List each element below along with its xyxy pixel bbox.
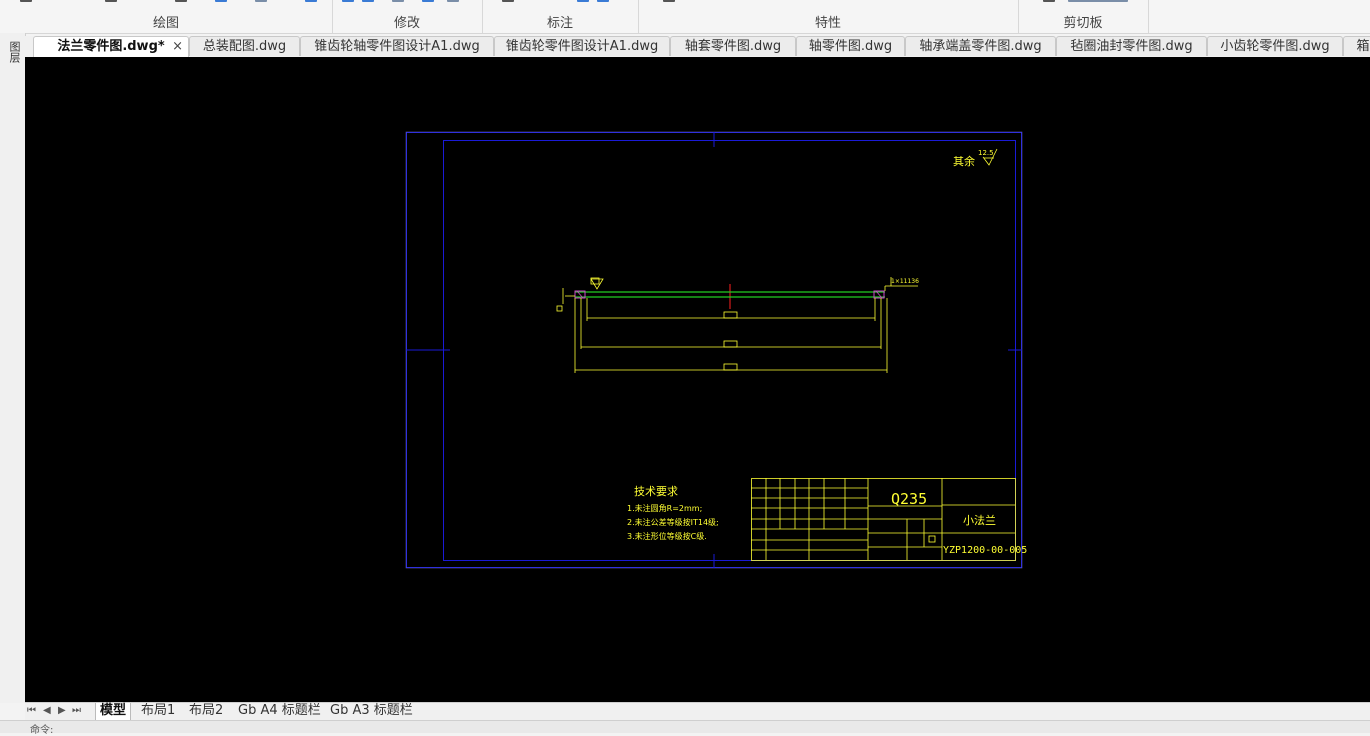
- close-icon[interactable]: ×: [172, 37, 183, 57]
- layout-tab-bar: ⏮ ◀ ▶ ⏭ 模型 布局1 布局2 Gb A4 标题栏 Gb A3 标题栏: [25, 702, 1370, 721]
- tech-requirement-item: 2.未注公差等级按IT14级;: [627, 517, 719, 527]
- doc-tab-label: 轴零件图.dwg: [808, 39, 893, 54]
- tolerance-note-text: 1×11136: [891, 278, 919, 285]
- first-layout-icon[interactable]: ⏮: [27, 705, 36, 716]
- doc-tab-label: 轴套零件图.dwg: [684, 39, 782, 54]
- doc-tab-label: 锥齿轮零件图设计A1.dwg: [505, 39, 659, 54]
- ribbon-group-label: 修改: [393, 16, 420, 31]
- ribbon-group-draw[interactable]: 绘图: [0, 0, 333, 33]
- layout-tab-layout1[interactable]: 布局1: [137, 703, 179, 720]
- previous-layout-icon[interactable]: ◀: [43, 705, 51, 716]
- doc-tab-label: 轴承端盖零件图.dwg: [919, 39, 1042, 54]
- layout-tab-layout2[interactable]: 布局2: [185, 703, 227, 720]
- doc-tab-sleeve[interactable]: 轴套零件图.dwg: [670, 36, 796, 56]
- part-flange-geometry: [556, 277, 918, 373]
- command-prompt: 命令:: [30, 725, 54, 736]
- ribbon-group-properties[interactable]: 特性: [638, 0, 1019, 33]
- ribbon-group-modify[interactable]: 修改: [332, 0, 483, 33]
- drawing-number-text: YZP1200-00-005: [943, 545, 1027, 556]
- doc-tab-box[interactable]: 箱: [1343, 36, 1370, 56]
- doc-tab-bevel-gear[interactable]: 锥齿轮零件图设计A1.dwg: [494, 36, 670, 56]
- doc-tab-flange[interactable]: 法兰零件图.dwg* ×: [33, 36, 189, 57]
- command-line[interactable]: 命令:: [0, 720, 1370, 736]
- doc-tab-label: 法兰零件图.dwg*: [57, 39, 165, 54]
- side-panel-strip: 图层: [0, 33, 26, 703]
- doc-tab-shaft[interactable]: 轴零件图.dwg: [796, 36, 905, 56]
- drawing-frame: [443, 140, 1016, 561]
- doc-tab-label: 箱: [1356, 39, 1370, 54]
- doc-tab-bevel-shaft[interactable]: 锥齿轮轴零件图设计A1.dwg: [300, 36, 494, 56]
- doc-tab-assembly[interactable]: 总装配图.dwg: [189, 36, 300, 56]
- tech-requirement-item: 3.未注形位等级按C级.: [627, 531, 707, 541]
- doc-tab-label: 锥齿轮轴零件图设计A1.dwg: [314, 39, 480, 54]
- doc-tab-small-gear[interactable]: 小齿轮零件图.dwg: [1207, 36, 1343, 56]
- ribbon-group-label: 标注: [546, 16, 573, 31]
- ribbon: 绘图 修改 标注 特性 剪切板: [0, 0, 1370, 34]
- doc-tab-label: 小齿轮零件图.dwg: [1220, 39, 1330, 54]
- surface-note-text: 其余: [953, 154, 975, 168]
- drawing-svg: 其余 12.5 1×11136 技术要求 1.未注圆角R=2mm; 2.未注公差…: [405, 131, 1027, 569]
- ribbon-group-clipboard[interactable]: 剪切板: [1018, 0, 1149, 33]
- layout-tab-gb-a3[interactable]: Gb A3 标题栏: [326, 703, 417, 720]
- sheet-white-edge: [405, 131, 1023, 569]
- doc-tab-felt-seal[interactable]: 毡圈油封零件图.dwg: [1056, 36, 1207, 56]
- drawing-canvas[interactable]: 其余 12.5 1×11136 技术要求 1.未注圆角R=2mm; 2.未注公差…: [25, 57, 1370, 702]
- tech-requirements-title: 技术要求: [634, 485, 678, 498]
- part-name-text: 小法兰: [963, 513, 996, 527]
- material-text: Q235: [891, 490, 927, 508]
- centering-marks: [406, 132, 1022, 568]
- doc-tab-bearing-cap[interactable]: 轴承端盖零件图.dwg: [905, 36, 1056, 56]
- doc-tab-label: 总装配图.dwg: [202, 39, 287, 54]
- sheet-border: [406, 132, 1022, 568]
- ribbon-group-dimension[interactable]: 标注: [482, 0, 639, 33]
- layout-tab-gb-a4[interactable]: Gb A4 标题栏: [234, 703, 325, 720]
- last-layout-icon[interactable]: ⏭: [72, 705, 81, 716]
- document-tab-bar: 法兰零件图.dwg* × 总装配图.dwg 锥齿轮轴零件图设计A1.dwg 锥齿…: [25, 36, 1370, 57]
- tech-requirement-item: 1.未注圆角R=2mm;: [627, 503, 702, 513]
- layout-tab-model[interactable]: 模型: [95, 703, 132, 721]
- doc-tab-label: 毡圈油封零件图.dwg: [1070, 39, 1193, 54]
- ribbon-group-label: 绘图: [152, 16, 179, 31]
- next-layout-icon[interactable]: ▶: [58, 705, 66, 716]
- roughness-value-text: 12.5: [978, 149, 994, 157]
- ribbon-group-label: 特性: [814, 16, 841, 31]
- ribbon-group-label: 剪切板: [1063, 16, 1103, 31]
- layer-panel-toggle[interactable]: 图层: [4, 41, 21, 87]
